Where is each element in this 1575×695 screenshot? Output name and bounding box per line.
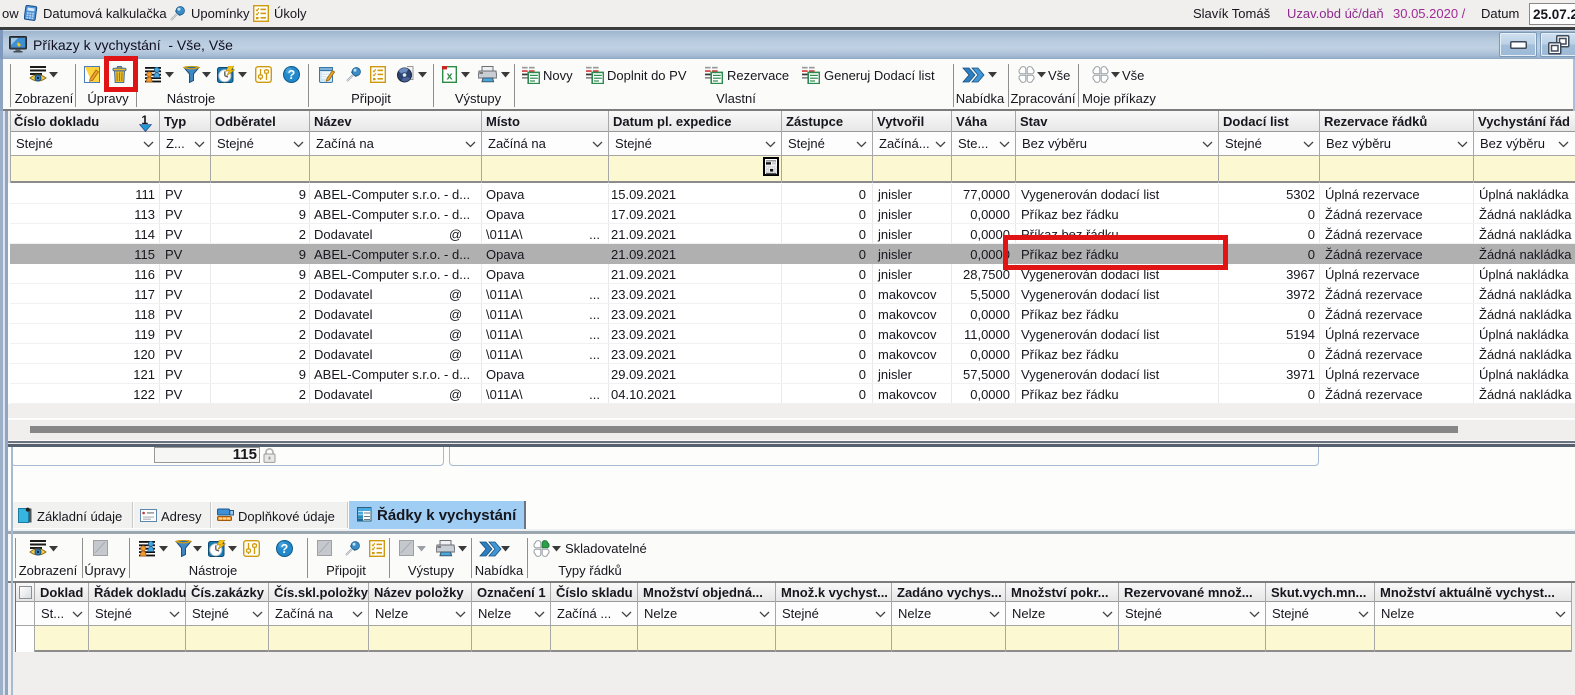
svg-text:?: ? <box>288 68 296 82</box>
svg-text:?: ? <box>281 542 289 556</box>
svg-text:x: x <box>446 70 453 82</box>
